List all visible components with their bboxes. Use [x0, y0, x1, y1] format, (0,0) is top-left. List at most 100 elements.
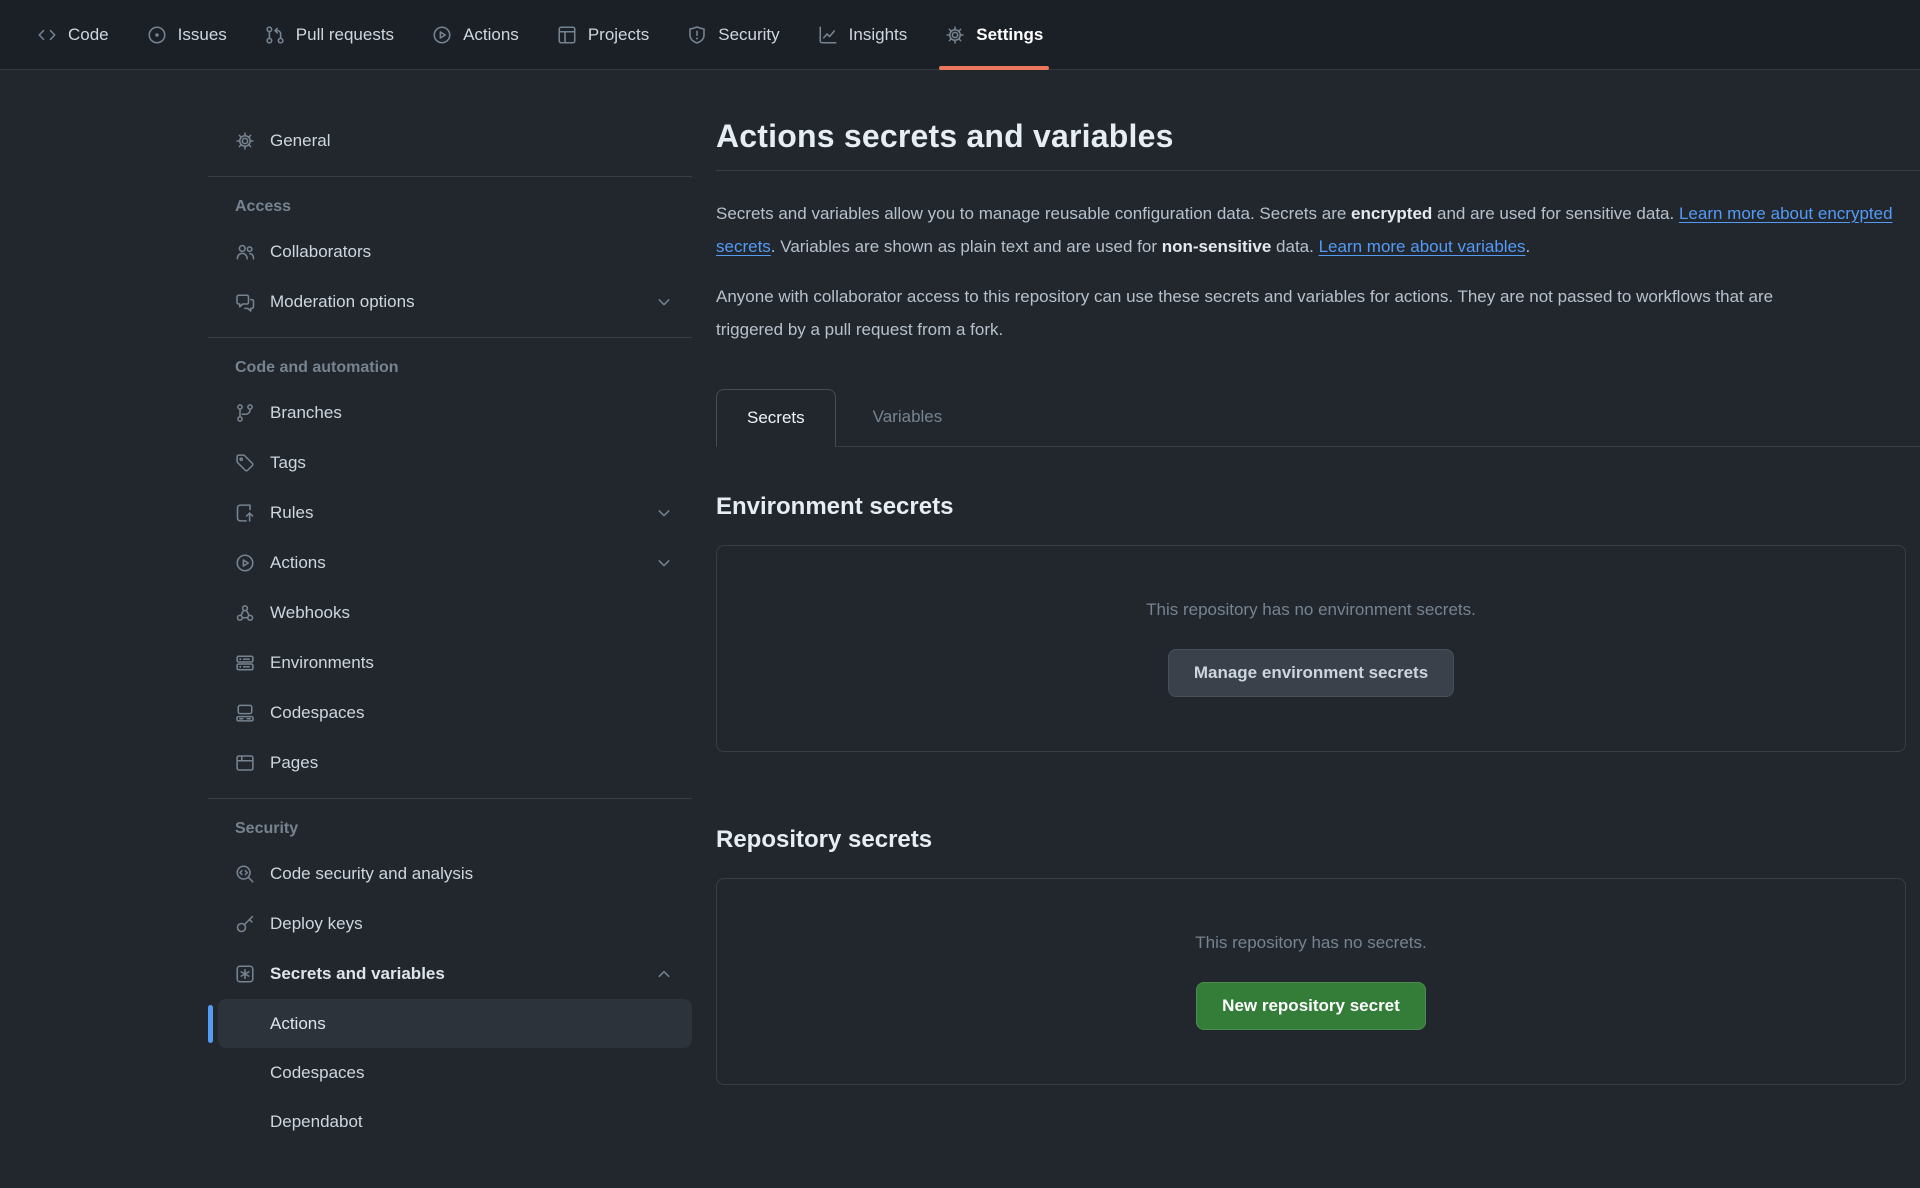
new-repository-secret-button[interactable]: New repository secret	[1196, 982, 1426, 1030]
sidebar-item-label: Rules	[270, 503, 313, 523]
environment-secrets-empty-text: This repository has no environment secre…	[1146, 600, 1476, 620]
sidebar-item-webhooks[interactable]: Webhooks	[208, 588, 692, 638]
sidebar-item-label: Webhooks	[270, 603, 350, 623]
intro-text: and are used for sensitive data.	[1432, 204, 1679, 223]
git-branch-icon	[235, 403, 255, 423]
sidebar-subitem-label: Codespaces	[270, 1063, 365, 1083]
secrets-variables-tabnav: Secrets Variables	[716, 388, 1920, 447]
shield-icon	[687, 25, 707, 45]
intro-strong-encrypted: encrypted	[1351, 204, 1432, 223]
sidebar-item-label: Codespaces	[270, 703, 365, 723]
gear-icon	[235, 131, 255, 151]
intro-text: .	[1526, 237, 1531, 256]
sidebar-item-rules[interactable]: Rules	[208, 488, 692, 538]
sidebar-item-actions[interactable]: Actions	[208, 538, 692, 588]
codespaces-icon	[235, 703, 255, 723]
tab-variables[interactable]: Variables	[836, 388, 980, 446]
nav-tab-insights[interactable]: Insights	[799, 0, 927, 69]
sidebar-divider	[208, 337, 692, 338]
issue-opened-icon	[147, 25, 167, 45]
intro-text: . Variables are shown as plain text and …	[771, 237, 1162, 256]
browser-icon	[235, 753, 255, 773]
nav-tab-label: Projects	[588, 25, 649, 45]
graph-icon	[818, 25, 838, 45]
heading-divider	[716, 170, 1920, 171]
sidebar-subitem-codespaces[interactable]: Codespaces	[218, 1048, 692, 1097]
active-item-indicator	[208, 1005, 213, 1043]
intro-paragraph: Secrets and variables allow you to manag…	[716, 197, 1906, 263]
sidebar-item-label: Pages	[270, 753, 318, 773]
nav-tab-security[interactable]: Security	[668, 0, 798, 69]
sidebar-item-label: Collaborators	[270, 242, 371, 262]
sidebar-section-title-access: Access	[208, 189, 692, 227]
play-icon	[432, 25, 452, 45]
sidebar-item-collaborators[interactable]: Collaborators	[208, 227, 692, 277]
sidebar-item-label: Deploy keys	[270, 914, 363, 934]
sidebar-item-branches[interactable]: Branches	[208, 388, 692, 438]
code-icon	[37, 25, 57, 45]
nav-tab-label: Insights	[849, 25, 908, 45]
sidebar-item-deploy-keys[interactable]: Deploy keys	[208, 899, 692, 949]
sidebar-item-environments[interactable]: Environments	[208, 638, 692, 688]
sidebar-item-pages[interactable]: Pages	[208, 738, 692, 788]
sidebar-item-tags[interactable]: Tags	[208, 438, 692, 488]
nav-tab-label: Actions	[463, 25, 519, 45]
sidebar-item-codespaces[interactable]: Codespaces	[208, 688, 692, 738]
sidebar-subitem-actions[interactable]: Actions	[218, 999, 692, 1048]
sidebar-section-title-code-automation: Code and automation	[208, 350, 692, 388]
nav-tab-issues[interactable]: Issues	[128, 0, 246, 69]
manage-environment-secrets-button[interactable]: Manage environment secrets	[1168, 649, 1454, 697]
play-icon	[235, 553, 255, 573]
sidebar-divider	[208, 798, 692, 799]
sidebar-item-secrets-and-variables[interactable]: Secrets and variables	[208, 949, 692, 999]
sidebar-item-code-security[interactable]: Code security and analysis	[208, 849, 692, 899]
git-pull-request-icon	[265, 25, 285, 45]
sidebar-section-title-security: Security	[208, 811, 692, 849]
intro-text: data.	[1271, 237, 1318, 256]
environment-secrets-heading: Environment secrets	[716, 493, 1920, 521]
link-variables[interactable]: Learn more about variables	[1319, 237, 1526, 256]
gear-icon	[945, 25, 965, 45]
sidebar-item-moderation-options[interactable]: Moderation options	[208, 277, 692, 327]
sidebar-item-label: General	[270, 131, 330, 151]
sidebar-item-label: Tags	[270, 453, 306, 473]
table-icon	[557, 25, 577, 45]
nav-tab-pull-requests[interactable]: Pull requests	[246, 0, 413, 69]
nav-tab-label: Pull requests	[296, 25, 394, 45]
repo-push-icon	[235, 503, 255, 523]
codescan-icon	[235, 864, 255, 884]
nav-tab-actions[interactable]: Actions	[413, 0, 538, 69]
chevron-down-icon[interactable]	[654, 553, 674, 573]
sidebar-item-label: Actions	[270, 553, 326, 573]
chevron-down-icon[interactable]	[654, 292, 674, 312]
sidebar-subitem-dependabot[interactable]: Dependabot	[218, 1097, 692, 1146]
server-icon	[235, 653, 255, 673]
nav-tab-label: Security	[718, 25, 779, 45]
chevron-up-icon[interactable]	[654, 964, 674, 984]
repository-secrets-empty-text: This repository has no secrets.	[1195, 933, 1426, 953]
settings-content: Actions secrets and variables Secrets an…	[716, 70, 1920, 1085]
repo-tab-nav: Code Issues Pull requests Actions Projec…	[0, 0, 1920, 70]
sidebar-subitem-label: Dependabot	[270, 1112, 363, 1132]
sidebar-item-label: Code security and analysis	[270, 864, 473, 884]
people-icon	[235, 242, 255, 262]
intro-strong-non-sensitive: non-sensitive	[1162, 237, 1272, 256]
repository-secrets-heading: Repository secrets	[716, 826, 1920, 854]
nav-tab-label: Issues	[178, 25, 227, 45]
chevron-down-icon[interactable]	[654, 503, 674, 523]
key-asterisk-icon	[235, 964, 255, 984]
environment-secrets-empty-box: This repository has no environment secre…	[716, 545, 1906, 752]
sidebar-divider	[208, 176, 692, 177]
nav-tab-label: Code	[68, 25, 109, 45]
sidebar-subitem-label: Actions	[270, 1014, 326, 1034]
nav-tab-projects[interactable]: Projects	[538, 0, 668, 69]
sidebar-item-general[interactable]: General	[208, 116, 692, 166]
sidebar-item-label: Branches	[270, 403, 342, 423]
nav-tab-code[interactable]: Code	[18, 0, 128, 69]
nav-tab-settings[interactable]: Settings	[926, 0, 1062, 69]
key-icon	[235, 914, 255, 934]
repository-secrets-empty-box: This repository has no secrets. New repo…	[716, 878, 1906, 1085]
collaborator-note: Anyone with collaborator access to this …	[716, 280, 1841, 346]
tab-secrets[interactable]: Secrets	[716, 389, 836, 447]
page-title: Actions secrets and variables	[716, 118, 1920, 155]
